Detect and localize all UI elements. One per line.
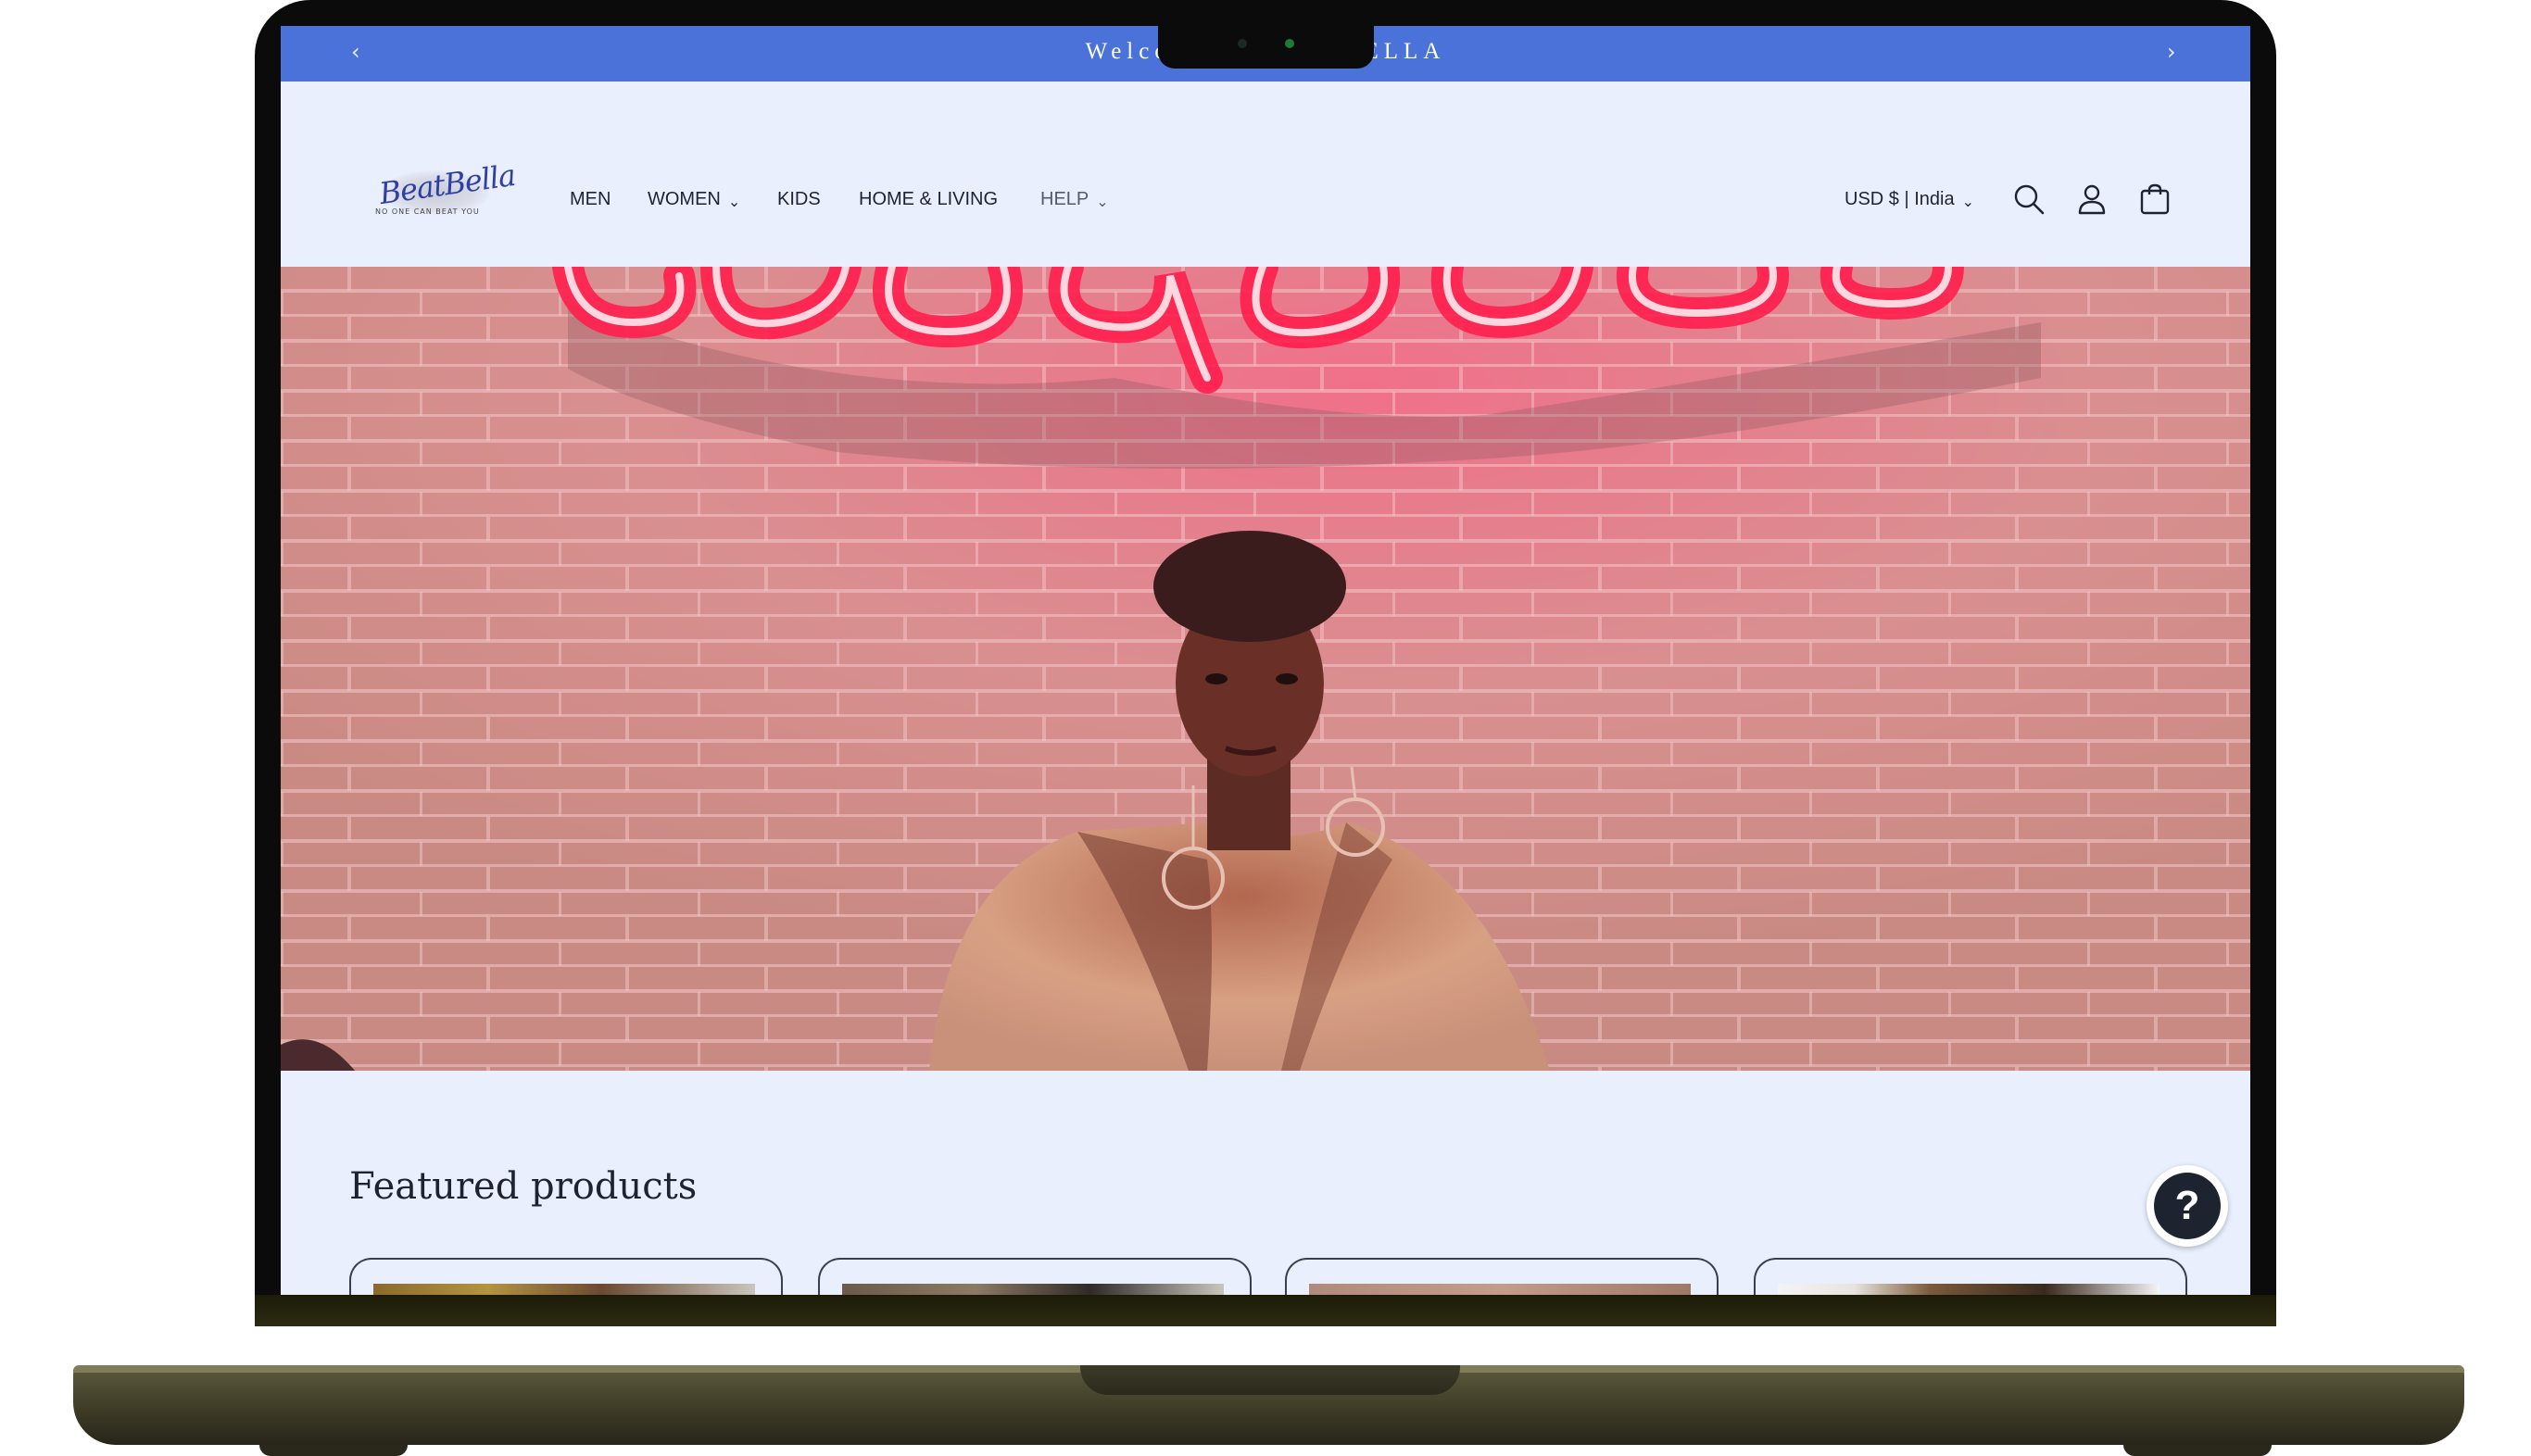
camera-light-icon	[1285, 39, 1294, 48]
product-card[interactable]	[1285, 1258, 1719, 1295]
nav-item-kids[interactable]: KIDS	[777, 189, 821, 210]
site-header	[281, 82, 2250, 267]
product-thumbnail	[373, 1284, 755, 1295]
nav-item-label: KIDS	[777, 189, 821, 209]
chevron-down-icon: ⌄	[1096, 195, 1109, 210]
currency-selector[interactable]: USD $ | India ⌄	[1845, 189, 1974, 210]
browser-viewport: ‹ Welcome to BEATBELLA › BeatBella NO ON…	[281, 26, 2250, 1295]
nav-item-women[interactable]: WOMEN ⌄	[648, 189, 740, 210]
account-icon[interactable]	[2074, 182, 2109, 217]
sensor-icon	[1238, 39, 1247, 48]
nav-item-label: WOMEN	[648, 189, 721, 209]
logo-tagline: NO ONE CAN BEAT YOU	[375, 207, 480, 216]
brand-logo[interactable]: BeatBella NO ONE CAN BEAT YOU	[373, 157, 517, 222]
nav-item-label: HELP	[1040, 189, 1089, 209]
chevron-down-icon: ⌄	[727, 195, 741, 210]
laptop-thumb-notch	[1080, 1365, 1460, 1395]
nav-item-help[interactable]: HELP ⌄	[1040, 189, 1109, 210]
chevron-down-icon: ⌄	[1961, 195, 1974, 210]
question-mark-icon: ?	[2154, 1173, 2221, 1239]
laptop-hinge	[255, 1295, 2276, 1326]
nav-item-home-living[interactable]: HOME & LIVING	[859, 189, 998, 210]
camera-notch	[1158, 26, 1374, 69]
announcement-next-button[interactable]: ›	[2167, 39, 2176, 65]
cart-icon[interactable]	[2137, 182, 2172, 217]
product-thumbnail	[842, 1284, 1224, 1295]
laptop-foot-right	[2123, 1445, 2272, 1456]
product-thumbnail	[1778, 1284, 2160, 1295]
nav-item-label: HOME & LIVING	[859, 189, 999, 209]
search-icon[interactable]	[2011, 182, 2046, 217]
product-card[interactable]	[1754, 1258, 2187, 1295]
product-thumbnail	[1309, 1284, 1691, 1295]
featured-products-heading: Featured products	[349, 1165, 698, 1208]
product-card[interactable]	[818, 1258, 1252, 1295]
product-card[interactable]	[349, 1258, 783, 1295]
laptop-foot-left	[259, 1445, 408, 1456]
nav-item-men[interactable]: MEN	[570, 189, 611, 210]
hero-banner-image[interactable]	[281, 267, 2250, 1071]
currency-label: USD $ | India	[1845, 189, 1955, 209]
nav-item-label: MEN	[570, 189, 611, 209]
help-chat-button[interactable]: ?	[2147, 1165, 2228, 1247]
